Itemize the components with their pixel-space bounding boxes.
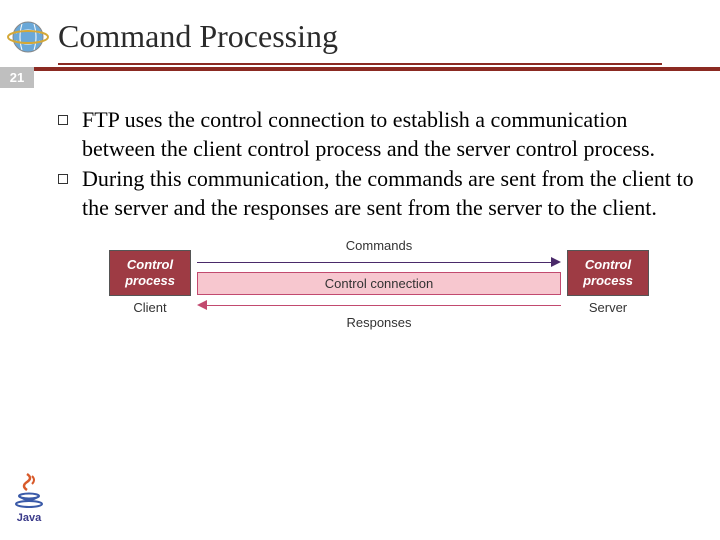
slide-header: Command Processing bbox=[0, 0, 720, 63]
control-connection-box: Control connection bbox=[197, 272, 561, 295]
slide-title: Command Processing bbox=[58, 18, 338, 55]
bullet-icon bbox=[58, 115, 68, 125]
commands-arrow: Commands bbox=[197, 254, 561, 270]
list-item: During this communication, the commands … bbox=[58, 165, 700, 222]
ftp-diagram: Control process Client Commands Control … bbox=[109, 250, 649, 330]
server-process-box: Control process bbox=[567, 250, 649, 295]
title-underline bbox=[58, 63, 662, 65]
responses-label: Responses bbox=[346, 315, 411, 330]
java-logo: Java bbox=[6, 470, 52, 530]
page-number-bar bbox=[34, 67, 720, 71]
globe-icon bbox=[4, 19, 50, 55]
server-label: Server bbox=[589, 300, 627, 315]
server-group: Control process Server bbox=[567, 250, 649, 314]
slide-content: FTP uses the control connection to estab… bbox=[0, 88, 720, 330]
list-item: FTP uses the control connection to estab… bbox=[58, 106, 700, 163]
bullet-icon bbox=[58, 174, 68, 184]
page-number-row: 21 bbox=[0, 67, 720, 88]
client-process-box: Control process bbox=[109, 250, 191, 295]
diagram-middle: Commands Control connection Responses bbox=[191, 250, 567, 330]
bullet-text: FTP uses the control connection to estab… bbox=[82, 106, 700, 163]
commands-label: Commands bbox=[346, 238, 412, 253]
client-label: Client bbox=[133, 300, 166, 315]
bullet-list: FTP uses the control connection to estab… bbox=[58, 106, 700, 222]
java-cup-icon bbox=[13, 470, 45, 510]
page-number: 21 bbox=[0, 67, 34, 88]
java-text: Java bbox=[17, 512, 41, 524]
client-group: Control process Client bbox=[109, 250, 191, 314]
bullet-text: During this communication, the commands … bbox=[82, 165, 700, 222]
responses-arrow bbox=[197, 297, 561, 313]
